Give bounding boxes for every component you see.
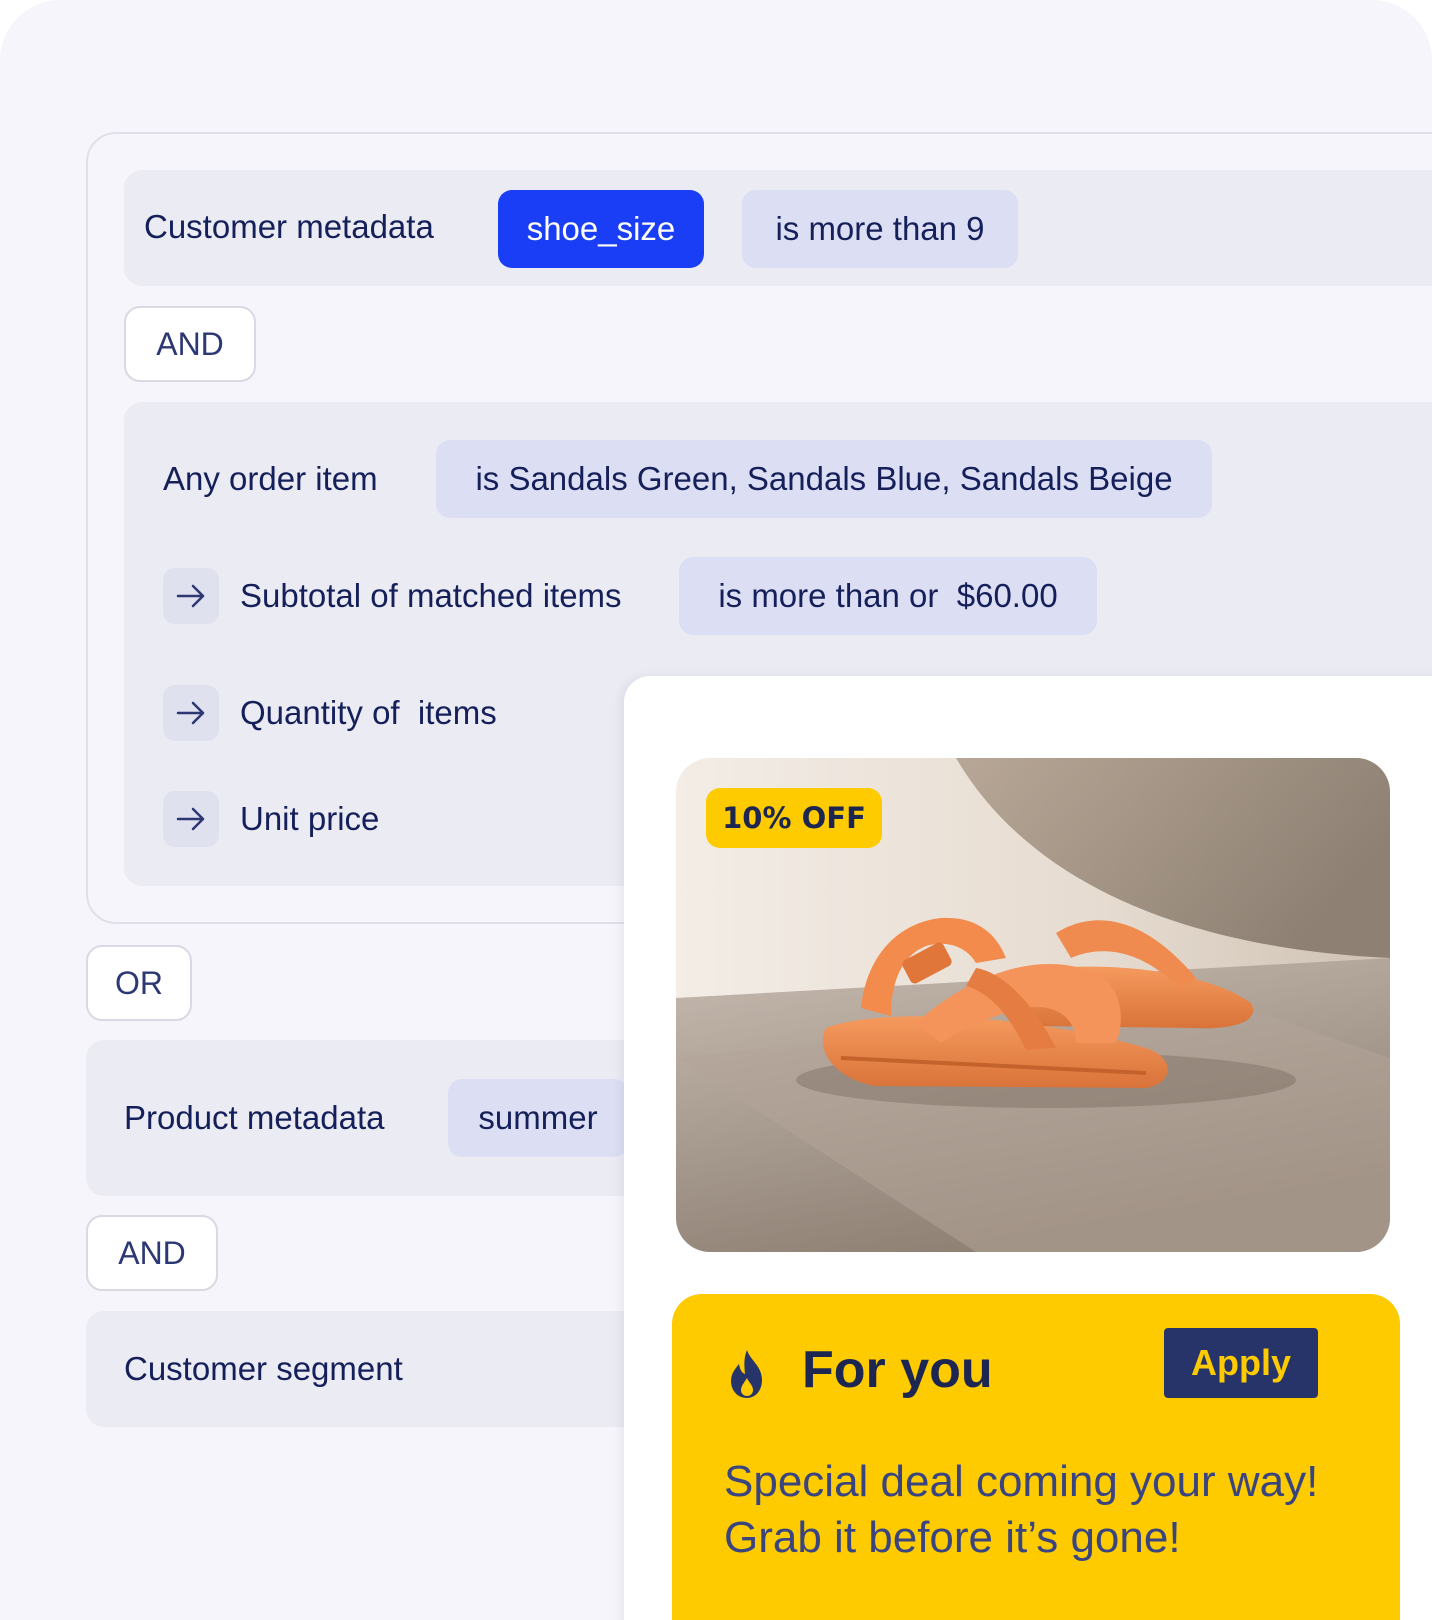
customer-segment-label: Customer segment [124, 1350, 403, 1387]
unit-price-arrow-box [163, 791, 219, 847]
discount-badge: 10% OFF [706, 788, 882, 848]
unit-price-label: Unit price [240, 800, 380, 837]
customer-metadata-label: Customer metadata [144, 208, 434, 245]
product-metadata-label: Product metadata [124, 1099, 385, 1136]
subtotal-arrow-box [163, 568, 219, 624]
arrow-right-icon [176, 701, 205, 725]
quantity-label: Quantity of items [240, 694, 497, 731]
shoe-size-chip[interactable]: shoe_size [498, 190, 704, 268]
subtotal-label: Subtotal of matched items [240, 577, 622, 614]
apply-button[interactable]: Apply [1164, 1328, 1318, 1398]
order-item-condition-chip[interactable]: is Sandals Green, Sandals Blue, Sandals … [436, 440, 1212, 518]
subtotal-condition-chip[interactable]: is more than or $60.00 [679, 557, 1097, 635]
and-operator-1[interactable]: AND [124, 306, 256, 382]
arrow-right-icon [176, 807, 205, 831]
order-item-label: Any order item [163, 460, 378, 497]
product-metadata-value-chip[interactable]: summer [448, 1079, 628, 1157]
promo-message: Special deal coming your way! Grab it be… [724, 1454, 1384, 1566]
promo-message-line-1: Special deal coming your way! [724, 1457, 1319, 1506]
and-operator-2[interactable]: AND [86, 1215, 218, 1291]
customer-metadata-condition-chip[interactable]: is more than 9 [742, 190, 1018, 268]
canvas: Customer metadata shoe_size is more than… [0, 0, 1432, 1620]
arrow-right-icon [176, 584, 205, 608]
promo-message-line-2: Grab it before it’s gone! [724, 1513, 1181, 1562]
quantity-arrow-box [163, 685, 219, 741]
flame-icon [731, 1350, 762, 1398]
or-operator[interactable]: OR [86, 945, 192, 1021]
promo-title: For you [802, 1341, 993, 1399]
